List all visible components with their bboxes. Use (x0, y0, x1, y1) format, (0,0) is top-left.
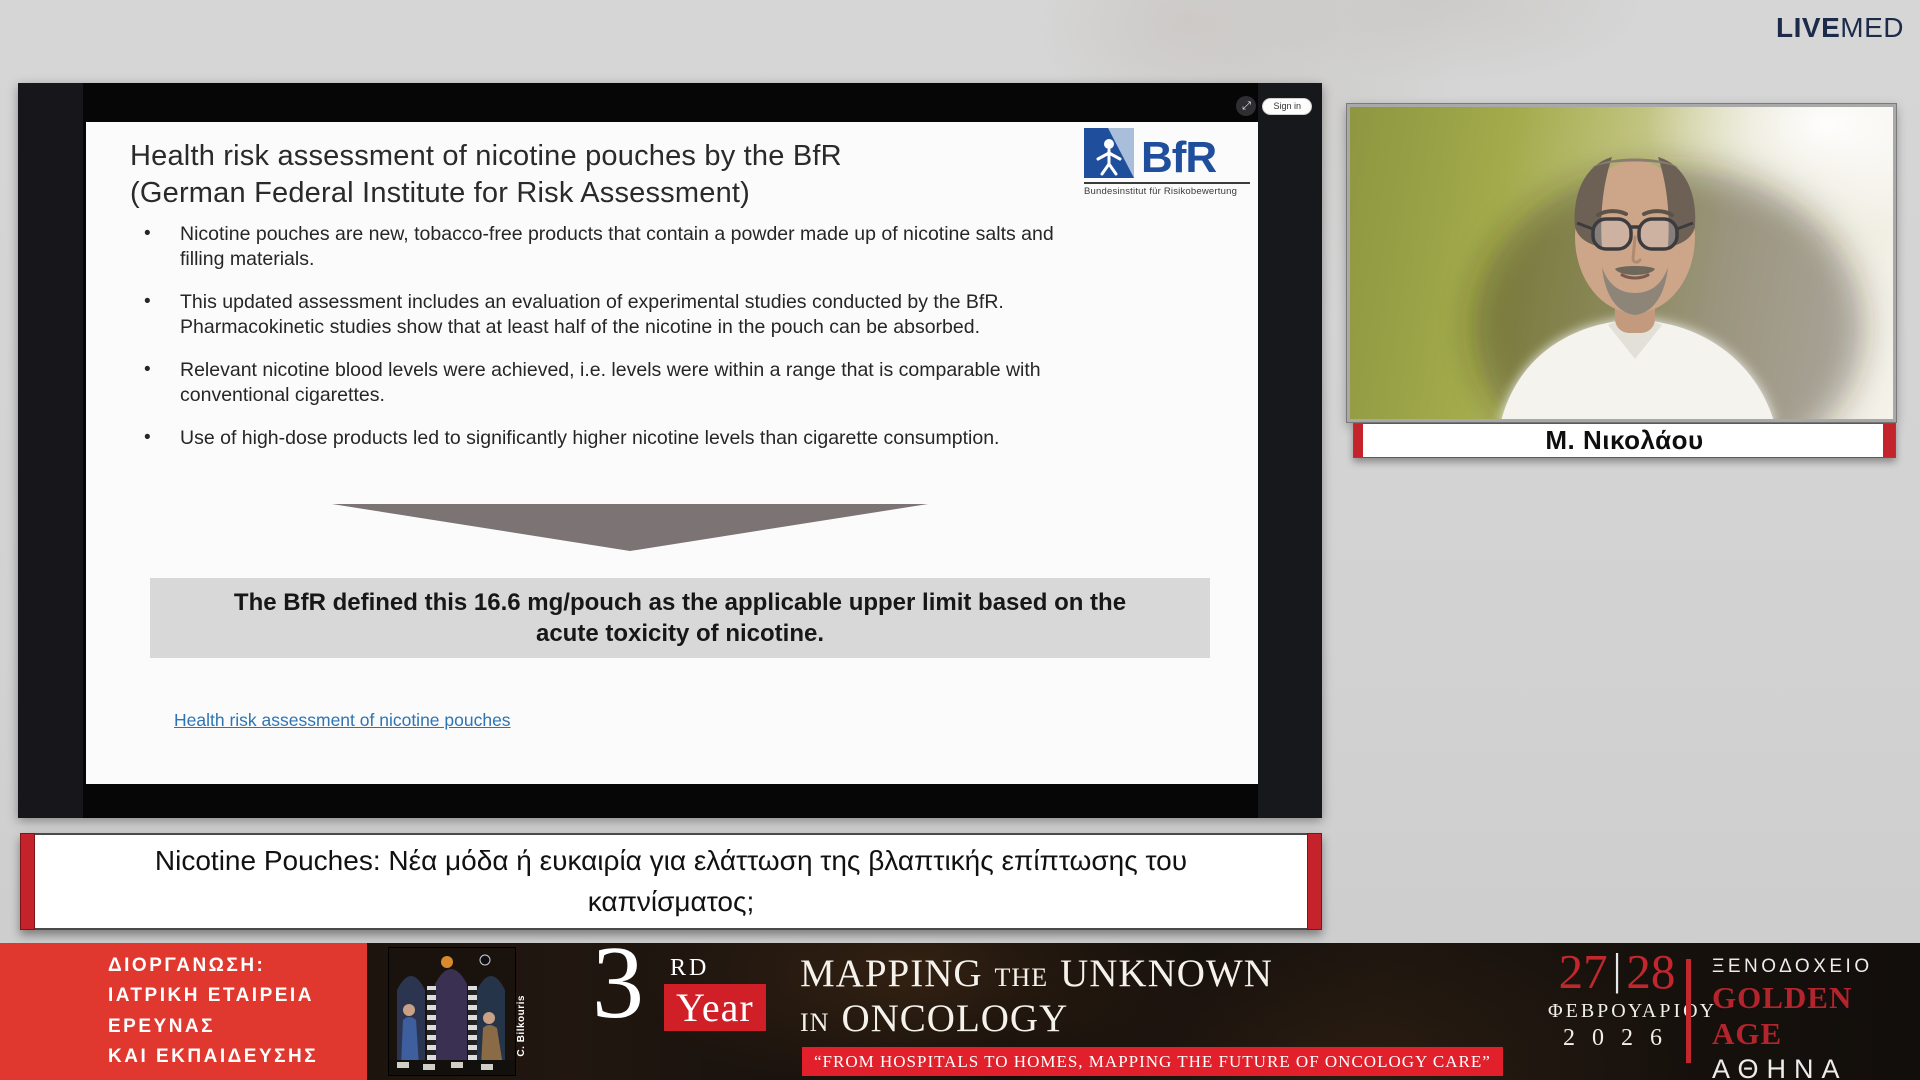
date-separator: | (1608, 948, 1627, 992)
event-word-in: IN (800, 1008, 829, 1038)
name-bar-right-cap (1883, 424, 1895, 457)
bfr-logo-row: BfR (1084, 128, 1250, 182)
event-word-mapping: MAPPING (800, 951, 983, 996)
slide-title-line1: Health risk assessment of nicotine pouch… (130, 138, 1010, 175)
event-dates: 27 | 28 ΦΕΒΡΟΥΑΡΙΟΥ 2026 (1548, 947, 1686, 1052)
banner-right-cap (1307, 833, 1322, 930)
event-word-unknown: UNKNOWN (1060, 951, 1273, 996)
event-word-oncology: ONCOLOGY (841, 996, 1068, 1041)
year-ordinal: RD (670, 955, 709, 982)
bfr-wordmark: BfR (1141, 138, 1216, 178)
event-artwork (389, 948, 515, 1075)
window-left-strip (18, 83, 83, 818)
speaker-name: Μ. Νικολάου (1545, 425, 1703, 456)
footer-divider (1686, 959, 1691, 1063)
venue-block: ΞΕΝΟΔΟΧΕΙΟ GOLDEN AGE ΑΘΗΝΑ (1712, 956, 1920, 1080)
bfr-sail-shape (1108, 128, 1134, 178)
organizer-line2: ΚΑΙ ΕΚΠΑΙΔΕΥΣΗΣ (108, 1042, 367, 1072)
speaker-avatar (1350, 107, 1896, 422)
bullet-item: This updated assessment includes an eval… (138, 290, 1098, 339)
date-month: ΦΕΒΡΟΥΑΡΙΟΥ (1548, 1000, 1686, 1023)
event-footer: ΔΙΟΡΓΑΝΩΣΗ: ΙΑΤΡΙΚΗ ΕΤΑΙΡΕΙΑ ΕΡΕΥΝΑΣ ΚΑΙ… (0, 943, 1920, 1080)
year-word-badge: Year (664, 984, 766, 1031)
year-block: 3 RD Year (592, 943, 772, 1080)
slide-title-line2: (German Federal Institute for Risk Asses… (130, 175, 1010, 212)
highlight-text: The BfR defined this 16.6 mg/pouch as th… (218, 587, 1142, 649)
bfr-logo: BfR Bundesinstitut für Risikobewertung (1084, 128, 1250, 197)
venue-city: ΑΘΗΝΑ (1712, 1054, 1920, 1080)
banner-left-cap (20, 833, 35, 930)
venue-name: GOLDEN AGE (1712, 980, 1920, 1052)
organizer-label: ΔΙΟΡΓΑΝΩΣΗ: (108, 951, 367, 981)
bfr-subtitle: Bundesinstitut für Risikobewertung (1084, 184, 1250, 197)
venue-label: ΞΕΝΟΔΟΧΕΙΟ (1712, 956, 1920, 978)
year-number: 3 (592, 943, 644, 1035)
event-word-the: THE (995, 963, 1049, 993)
event-tagline: “FROM HOSPITALS TO HOMES, MAPPING THE FU… (802, 1047, 1503, 1076)
highlight-box: The BfR defined this 16.6 mg/pouch as th… (150, 578, 1210, 658)
viewer-controls: ⤢ Sign in (1236, 96, 1312, 116)
window-right-strip (1258, 83, 1322, 818)
session-title: Nicotine Pouches: Νέα μόδα ή ευκαιρία γι… (106, 841, 1236, 922)
expand-icon[interactable]: ⤢ (1236, 96, 1256, 116)
organizer-line1: ΙΑΤΡΙΚΗ ΕΤΑΙΡΕΙΑ ΕΡΕΥΝΑΣ (108, 981, 367, 1042)
bullet-item: Nicotine pouches are new, tobacco-free p… (138, 222, 1098, 271)
speaker-video (1347, 104, 1896, 422)
source-link[interactable]: Health risk assessment of nicotine pouch… (174, 710, 511, 731)
speaker-name-bar: Μ. Νικολάου (1353, 423, 1896, 458)
date-day2: 28 (1626, 947, 1675, 996)
livemed-logo: LIVEMED (1776, 12, 1904, 44)
slide-title: Health risk assessment of nicotine pouch… (130, 138, 1010, 211)
bullet-item: Use of high-dose products led to signifi… (138, 426, 1098, 451)
slide: Health risk assessment of nicotine pouch… (86, 122, 1258, 784)
livemed-logo-live: LIVE (1776, 12, 1840, 43)
event-title: MAPPING THE UNKNOWN IN ONCOLOGY (800, 951, 1273, 1041)
livemed-logo-med: MED (1840, 12, 1904, 43)
name-bar-left-cap (1354, 424, 1363, 457)
bullet-list: Nicotine pouches are new, tobacco-free p… (138, 222, 1118, 470)
down-triangle-icon (332, 504, 928, 551)
presentation-window: ⤢ Sign in Health risk assessment of nico… (18, 83, 1322, 818)
sign-in-button[interactable]: Sign in (1262, 98, 1312, 115)
bullet-item: Relevant nicotine blood levels were achi… (138, 358, 1098, 407)
bfr-figure-icon (1084, 128, 1134, 178)
artwork-credit: C. Bilkouris (516, 995, 527, 1057)
date-year: 2026 (1548, 1025, 1686, 1052)
organizer-block: ΔΙΟΡΓΑΝΩΣΗ: ΙΑΤΡΙΚΗ ΕΤΑΙΡΕΙΑ ΕΡΕΥΝΑΣ ΚΑΙ… (0, 943, 367, 1080)
date-day1: 27 (1559, 947, 1608, 996)
session-title-banner: Nicotine Pouches: Νέα μόδα ή ευκαιρία γι… (20, 833, 1322, 930)
